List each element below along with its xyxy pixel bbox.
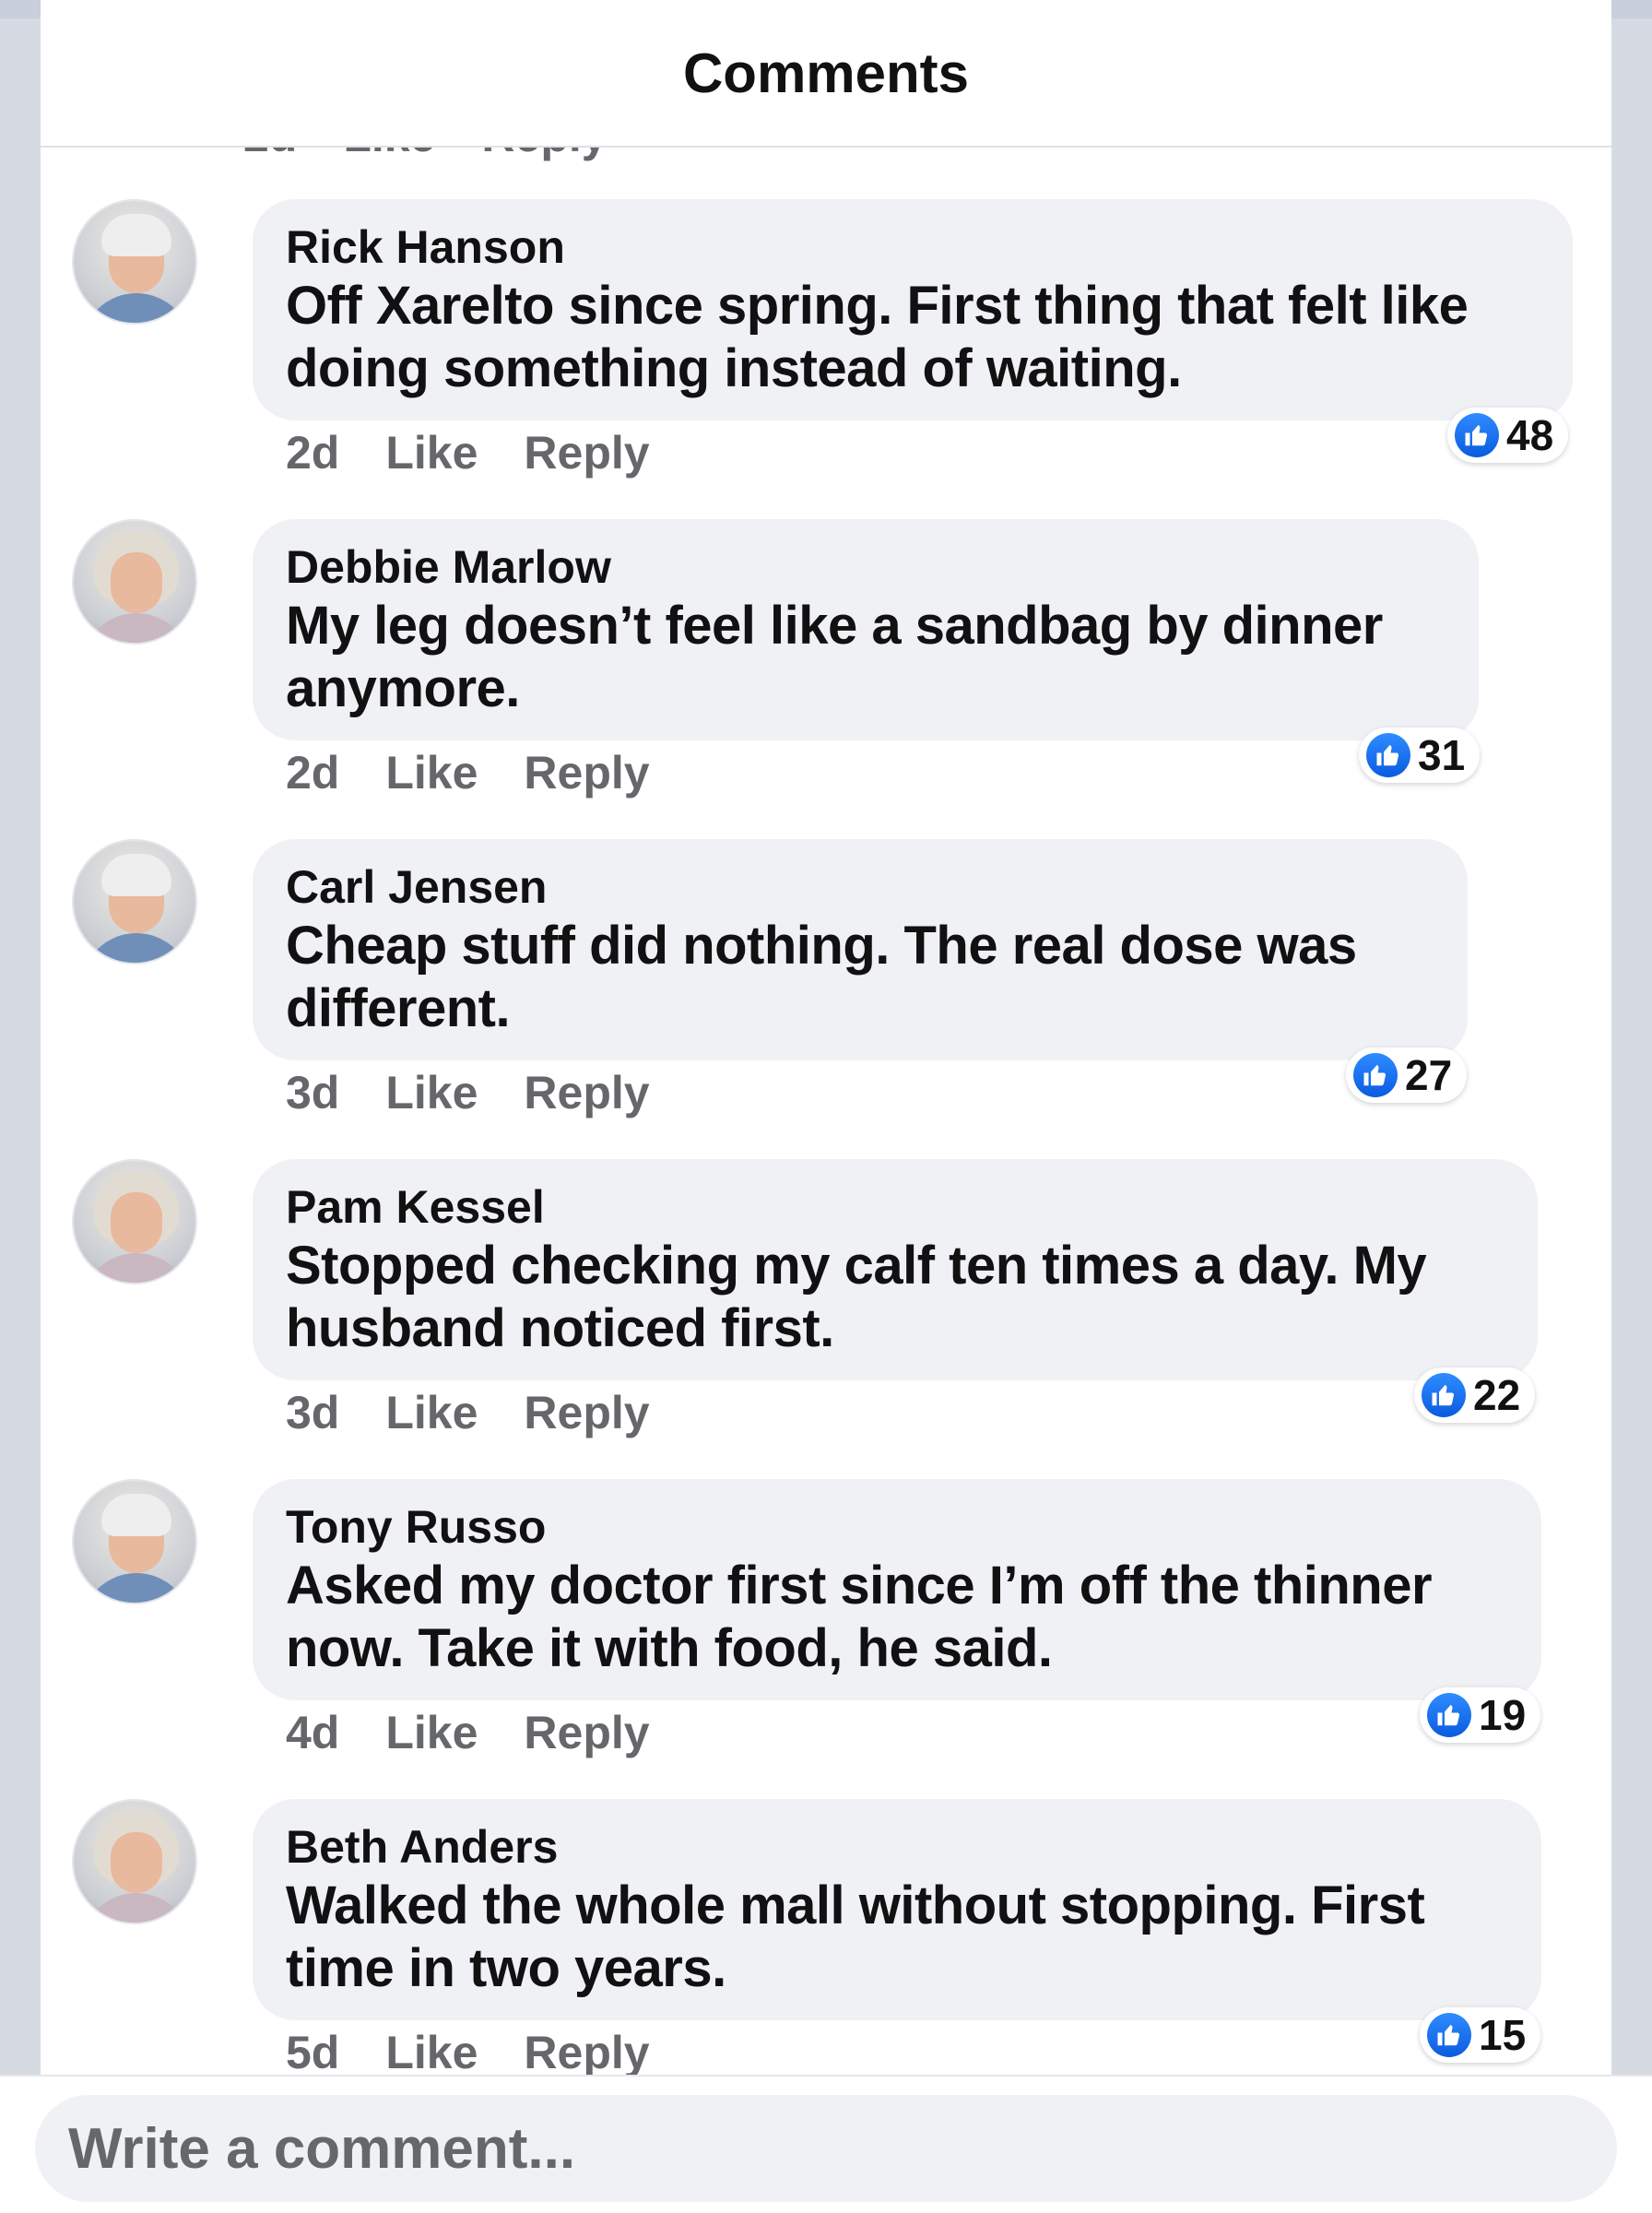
- reaction-count[interactable]: 27: [1346, 1047, 1468, 1103]
- like-button[interactable]: Like: [385, 426, 478, 479]
- reaction-count[interactable]: 19: [1420, 1687, 1541, 1743]
- like-button[interactable]: Like: [385, 1386, 478, 1439]
- comment-bubble: Debbie Marlow My leg doesn’t feel like a…: [253, 519, 1479, 740]
- reaction-count-value: 27: [1405, 1051, 1453, 1099]
- comment-bubble: Pam Kessel Stopped checking my calf ten …: [253, 1159, 1538, 1380]
- commenter-name[interactable]: Pam Kessel: [286, 1179, 1504, 1235]
- commenter-name[interactable]: Rick Hanson: [286, 219, 1540, 275]
- reaction-count[interactable]: 15: [1420, 2007, 1541, 2063]
- comment-time[interactable]: 5d: [286, 2026, 339, 2075]
- reply-button[interactable]: Reply: [524, 746, 649, 799]
- comment-text: My leg doesn’t feel like a sandbag by di…: [286, 596, 1383, 718]
- comment-actions: 5d Like Reply: [286, 2026, 650, 2075]
- reaction-count-value: 19: [1479, 1691, 1527, 1739]
- reply-button[interactable]: Reply: [524, 1386, 649, 1439]
- reply-button[interactable]: Reply: [524, 2026, 649, 2075]
- like-button[interactable]: Like: [385, 1706, 478, 1759]
- avatar[interactable]: [72, 199, 197, 325]
- comment-input[interactable]: Write a comment...: [35, 2095, 1617, 2202]
- avatar[interactable]: [72, 1159, 197, 1284]
- commenter-name[interactable]: Tony Russo: [286, 1499, 1508, 1555]
- reply-button[interactable]: Reply: [524, 1706, 649, 1759]
- thumbs-up-icon: [1455, 413, 1499, 457]
- reply-button[interactable]: Reply: [524, 426, 649, 479]
- comment-text: Off Xarelto since spring. First thing th…: [286, 276, 1469, 398]
- comment-item: Pam Kessel Stopped checking my calf ten …: [72, 1159, 1584, 1463]
- comment-text: Cheap stuff did nothing. The real dose w…: [286, 916, 1357, 1038]
- avatar[interactable]: [72, 519, 197, 645]
- comment-item: Tony Russo Asked my doctor first since I…: [72, 1479, 1584, 1783]
- reaction-count-value: 31: [1418, 731, 1466, 779]
- comment-bubble: Tony Russo Asked my doctor first since I…: [253, 1479, 1541, 1700]
- comment-bubble: Carl Jensen Cheap stuff did nothing. The…: [253, 839, 1468, 1060]
- comment-time[interactable]: 3d: [286, 1066, 339, 1119]
- comment-time[interactable]: 2d: [286, 426, 339, 479]
- comment-text: Stopped checking my calf ten times a day…: [286, 1236, 1427, 1358]
- comments-sheet: Comments 2d Like Reply Rick Hanson Off X…: [41, 0, 1611, 2213]
- thumbs-up-icon: [1366, 733, 1410, 777]
- like-button[interactable]: Like: [385, 746, 478, 799]
- thumbs-up-icon: [1422, 1373, 1466, 1417]
- comment-time[interactable]: 2d: [286, 746, 339, 799]
- comment-actions: 4d Like Reply: [286, 1706, 650, 1759]
- comment-item: Beth Anders Walked the whole mall withou…: [72, 1799, 1584, 2075]
- like-button[interactable]: Like: [385, 2026, 478, 2075]
- reaction-count[interactable]: 22: [1414, 1367, 1536, 1423]
- thumbs-up-icon: [1353, 1053, 1398, 1097]
- reaction-count-value: 22: [1473, 1371, 1521, 1419]
- commenter-name[interactable]: Debbie Marlow: [286, 539, 1446, 595]
- comment-actions: 2d Like Reply: [286, 426, 650, 479]
- reaction-count[interactable]: 31: [1359, 728, 1481, 783]
- thumbs-up-icon: [1427, 1693, 1471, 1737]
- comment-bubble: Rick Hanson Off Xarelto since spring. Fi…: [253, 199, 1573, 420]
- avatar[interactable]: [72, 1479, 197, 1604]
- reply-button[interactable]: Reply: [524, 1066, 649, 1119]
- thumbs-up-icon: [1427, 2013, 1471, 2057]
- page-title: Comments: [682, 41, 970, 104]
- comment-item: Carl Jensen Cheap stuff did nothing. The…: [72, 839, 1584, 1143]
- commenter-name[interactable]: Carl Jensen: [286, 859, 1434, 915]
- commenter-name[interactable]: Beth Anders: [286, 1819, 1508, 1875]
- comment-time[interactable]: 4d: [286, 1706, 339, 1759]
- comment-actions: 2d Like Reply: [286, 746, 650, 799]
- avatar[interactable]: [72, 839, 197, 964]
- comment-actions: 3d Like Reply: [286, 1386, 650, 1439]
- reaction-count-value: 15: [1479, 2011, 1527, 2059]
- comment-bubble: Beth Anders Walked the whole mall withou…: [253, 1799, 1541, 2020]
- like-button[interactable]: Like: [385, 1066, 478, 1119]
- comment-actions: 3d Like Reply: [286, 1066, 650, 1119]
- comments-list[interactable]: 2d Like Reply Rick Hanson Off Xarelto si…: [41, 0, 1611, 2075]
- reaction-count-value: 48: [1506, 411, 1554, 459]
- comment-text: Walked the whole mall without stopping. …: [286, 1876, 1425, 1998]
- comment-text: Asked my doctor first since I’m off the …: [286, 1556, 1433, 1678]
- reaction-count[interactable]: 48: [1447, 408, 1569, 463]
- avatar[interactable]: [72, 1799, 197, 1924]
- comment-composer-bar: Write a comment...: [0, 2075, 1652, 2213]
- comment-item: Rick Hanson Off Xarelto since spring. Fi…: [72, 199, 1584, 503]
- comment-time[interactable]: 3d: [286, 1386, 339, 1439]
- comments-header: Comments: [41, 0, 1611, 148]
- comment-item: Debbie Marlow My leg doesn’t feel like a…: [72, 519, 1584, 823]
